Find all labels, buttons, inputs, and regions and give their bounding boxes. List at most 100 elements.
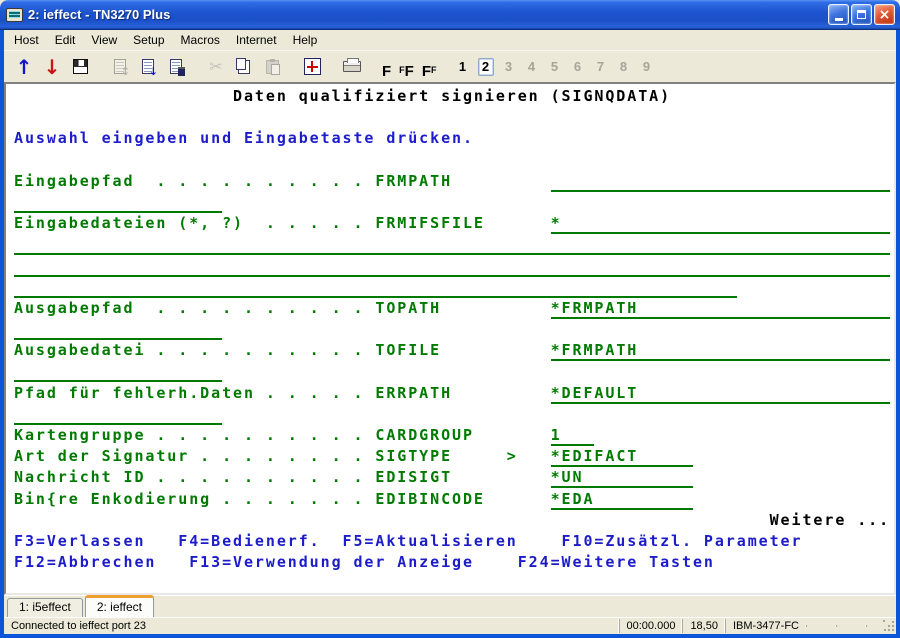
terminal-row <box>14 573 894 594</box>
input-field[interactable] <box>638 447 693 467</box>
capture-screen-icon <box>170 59 182 74</box>
screen-text <box>485 490 551 508</box>
save-icon[interactable] <box>68 55 92 79</box>
font-letter: F <box>422 64 431 79</box>
input-field[interactable]: 1 <box>551 426 562 446</box>
terminal-row: Auswahl eingeben und Eingabetaste drücke… <box>14 128 894 149</box>
input-field[interactable] <box>562 214 891 234</box>
input-field[interactable]: *UN <box>551 468 584 488</box>
terminal-row <box>14 192 894 213</box>
input-field[interactable] <box>14 405 222 425</box>
fit-screen-icon[interactable] <box>300 55 324 79</box>
input-field[interactable]: *EDIFACT <box>551 447 639 467</box>
maximize-button[interactable] <box>851 4 872 25</box>
cut-icon: ✂ <box>209 59 222 75</box>
send-file-icon[interactable] <box>136 55 160 79</box>
terminal-row: Weitere ... <box>14 510 894 531</box>
font-letter: F <box>382 64 391 79</box>
capture-screen-icon[interactable] <box>164 55 188 79</box>
fit-screen-icon <box>304 58 321 75</box>
menu-bar: HostEditViewSetupMacrosInternetHelp <box>4 30 896 50</box>
minimize-icon <box>835 18 843 21</box>
status-terminal-type: IBM-3477-FC <box>725 619 806 633</box>
window-title: 2: ieffect - TN3270 Plus <box>28 7 170 22</box>
menu-item-internet[interactable]: Internet <box>228 31 285 49</box>
terminal-row <box>14 107 894 128</box>
menu-item-help[interactable]: Help <box>285 31 326 49</box>
font-smaller-button[interactable]: FF <box>397 55 416 79</box>
print-icon[interactable] <box>340 55 364 79</box>
terminal-row: Ausgabepfad . . . . . . . . . . TOPATH *… <box>14 298 894 319</box>
terminal-row <box>14 404 894 425</box>
terminal-row <box>14 150 894 171</box>
font-normal-button[interactable]: F <box>380 55 393 79</box>
screen-text <box>518 447 551 465</box>
input-field[interactable] <box>14 320 222 340</box>
menu-item-host[interactable]: Host <box>6 31 47 49</box>
screen-text: > <box>507 447 518 465</box>
terminal-app-icon <box>6 8 23 22</box>
input-field[interactable] <box>551 172 890 192</box>
receive-file-icon <box>108 55 132 79</box>
copy-icon[interactable] <box>232 55 256 79</box>
screen-text <box>452 172 551 190</box>
session-button-1[interactable]: 1 <box>455 58 471 76</box>
session-tab-1[interactable]: 1: i5effect <box>7 598 83 617</box>
terminal-row <box>14 361 894 382</box>
input-field[interactable] <box>583 468 693 488</box>
input-field[interactable] <box>14 235 890 255</box>
input-field[interactable] <box>638 299 890 319</box>
screen-text: Pfad für fehlerh.Daten . . . . . ERRPATH <box>14 384 452 402</box>
input-field[interactable] <box>14 257 890 277</box>
input-field[interactable]: *EDA <box>551 490 595 510</box>
input-field[interactable] <box>562 426 595 446</box>
session-button-6: 6 <box>570 58 586 76</box>
terminal-row: Daten qualifiziert signieren (SIGNQDATA) <box>14 86 894 107</box>
terminal-row: Eingabepfad . . . . . . . . . . FRMPATH <box>14 171 894 192</box>
menu-item-macros[interactable]: Macros <box>173 31 228 49</box>
input-field[interactable] <box>14 362 222 382</box>
session-button-9: 9 <box>639 58 655 76</box>
session-tab-2[interactable]: 2: ieffect <box>85 595 154 617</box>
terminal-row <box>14 256 894 277</box>
menu-item-edit[interactable]: Edit <box>47 31 84 49</box>
input-field[interactable]: *DEFAULT <box>551 384 639 404</box>
session-button-3: 3 <box>501 58 517 76</box>
terminal-row <box>14 277 894 298</box>
close-button[interactable]: × <box>874 4 895 25</box>
upload-icon: ↑ <box>16 57 33 77</box>
terminal-row: Ausgabedatei . . . . . . . . . . TOFILE … <box>14 340 894 361</box>
status-timer: 00:00.000 <box>619 619 683 633</box>
resize-grip[interactable] <box>883 620 895 632</box>
status-bar: Connected to ieffect port 23 00:00.000 1… <box>4 617 896 634</box>
input-field[interactable] <box>14 278 737 298</box>
terminal-row: F3=Verlassen F4=Bedienerf. F5=Aktualisie… <box>14 531 894 552</box>
screen-text: Nachricht ID . . . . . . . . . . EDISIGT <box>14 468 452 486</box>
input-field[interactable] <box>14 193 222 213</box>
menu-item-view[interactable]: View <box>83 31 125 49</box>
terminal-screen[interactable]: Daten qualifiziert signieren (SIGNQDATA)… <box>4 82 896 595</box>
minimize-button[interactable] <box>828 4 849 25</box>
input-field[interactable]: * <box>551 214 562 234</box>
screen-text <box>14 87 233 105</box>
session-button-2[interactable]: 2 <box>478 58 494 76</box>
cut-icon: ✂ <box>204 55 228 79</box>
screen-text: Kartengruppe . . . . . . . . . . CARDGRO… <box>14 426 474 444</box>
toolbar: ↑↓✂FFFFF123456789 <box>4 50 896 82</box>
font-letter-small: F <box>431 66 437 75</box>
input-field[interactable]: *FRMPATH <box>551 341 639 361</box>
screen-text <box>452 447 507 465</box>
window-frame-bottom <box>0 634 900 638</box>
screen-text: Art der Signatur . . . . . . . . SIGTYPE <box>14 447 452 465</box>
input-field[interactable]: *FRMPATH <box>551 299 639 319</box>
upload-icon[interactable]: ↑ <box>12 55 36 79</box>
screen-text <box>474 426 551 444</box>
font-larger-button[interactable]: FF <box>420 55 439 79</box>
status-empty-pane <box>836 625 866 627</box>
menu-item-setup[interactable]: Setup <box>125 31 172 49</box>
screen-text <box>441 341 551 359</box>
download-icon[interactable]: ↓ <box>40 55 64 79</box>
input-field[interactable] <box>594 490 693 510</box>
input-field[interactable] <box>638 341 890 361</box>
input-field[interactable] <box>638 384 890 404</box>
